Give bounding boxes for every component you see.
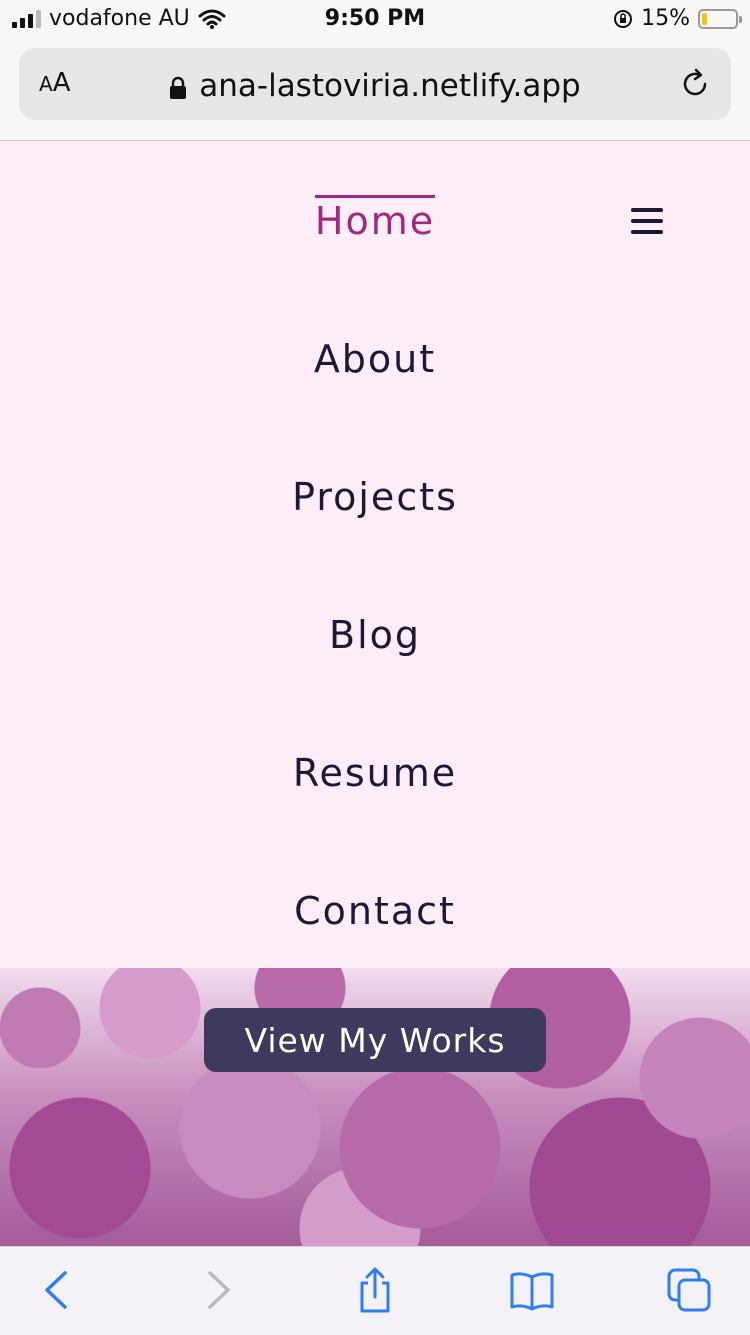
page-content: Home About Projects Blog Resume Contact [0, 141, 750, 968]
nav-item-resume[interactable]: Resume [0, 751, 750, 795]
nav-blog-label: Blog [329, 613, 421, 657]
battery-icon [698, 8, 742, 29]
status-right: 15% [613, 6, 742, 31]
forward-icon[interactable] [196, 1267, 242, 1313]
reload-icon[interactable] [677, 66, 713, 102]
battery-percent: 15% [641, 6, 690, 31]
nav-home-label: Home [314, 195, 436, 243]
tabs-icon[interactable] [666, 1267, 712, 1313]
nav-projects-label: Projects [292, 475, 458, 519]
lock-icon [170, 76, 187, 99]
nav-item-projects[interactable]: Projects [0, 475, 750, 519]
view-my-works-button[interactable]: View My Works [204, 1008, 546, 1072]
browser-address-area: AA ana-lastoviria.netlify.app [0, 40, 750, 141]
nav-item-contact[interactable]: Contact [0, 889, 750, 933]
browser-toolbar [0, 1246, 750, 1335]
nav-about-label: About [313, 337, 437, 381]
url-text: ana-lastoviria.netlify.app [199, 68, 581, 104]
back-icon[interactable] [35, 1267, 81, 1313]
share-icon[interactable] [352, 1267, 398, 1313]
nav-item-blog[interactable]: Blog [0, 613, 750, 657]
nav-item-home[interactable]: Home [0, 195, 750, 243]
nav-contact-label: Contact [294, 889, 456, 933]
rotation-lock-icon [614, 9, 633, 28]
nav-resume-label: Resume [292, 751, 458, 795]
hero-flowers-image: View My Works [0, 968, 750, 1246]
nav-item-about[interactable]: About [0, 337, 750, 381]
url-display[interactable]: ana-lastoviria.netlify.app [19, 68, 731, 104]
status-bar: vodafone AU 9:50 PM 15% [0, 0, 750, 40]
bookmarks-icon[interactable] [509, 1267, 555, 1313]
address-bar[interactable]: AA ana-lastoviria.netlify.app [19, 48, 731, 120]
